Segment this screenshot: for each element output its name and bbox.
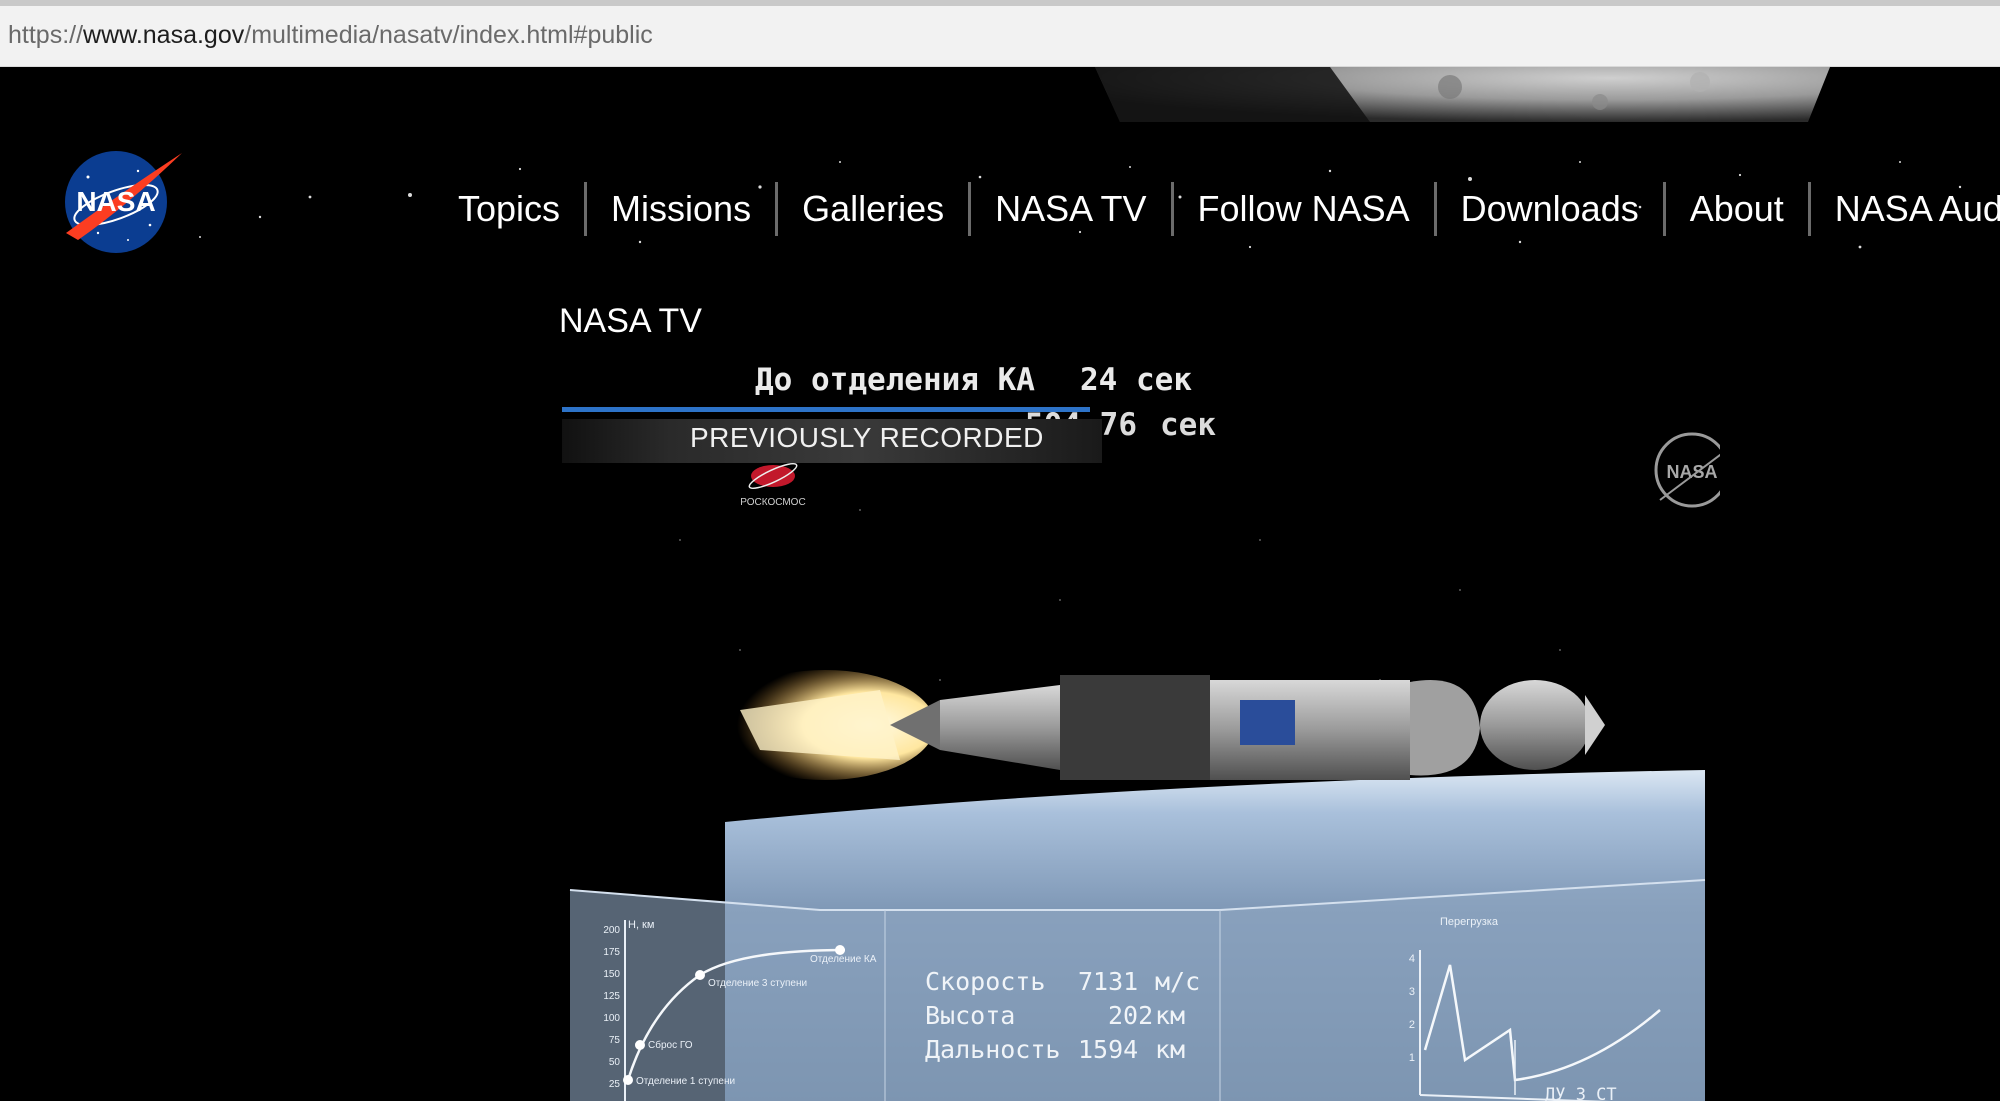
roscosmos-logo-text: РОСКОСМОС <box>740 497 805 508</box>
altitude-unit: км <box>1155 1001 1185 1030</box>
nav-downloads[interactable]: Downloads <box>1433 181 1663 236</box>
main-navigation: Topics Missions Galleries NASA TV Follow… <box>440 150 2000 267</box>
overlay-flight-time-unit: сек <box>1160 407 1216 443</box>
g-load-y-tick: 1 <box>1409 1052 1415 1064</box>
g-load-y-tick: 2 <box>1409 1019 1415 1031</box>
g-load-annotation: ДУ 3 СТ <box>1545 1085 1617 1101</box>
range-unit: км <box>1155 1035 1185 1064</box>
nav-follow-nasa[interactable]: Follow NASA <box>1170 181 1434 236</box>
speed-unit: м/с <box>1155 967 1200 996</box>
nasa-logo-text: NASA <box>76 186 155 217</box>
left-chart-y-tick: 25 <box>609 1079 621 1090</box>
nasa-page: NASA Topics Missions Galleries NASA TV F… <box>0 67 2000 1101</box>
nasa-corner-logo-text: NASA <box>1666 462 1717 482</box>
g-load-chart-title: Перегрузка <box>1440 916 1499 928</box>
browser-address-bar[interactable]: https://www.nasa.gov/multimedia/nasatv/i… <box>0 0 2000 67</box>
badge-accent-line <box>562 407 1090 412</box>
page-load-progress <box>0 0 2000 6</box>
left-chart-y-tick: 175 <box>603 947 620 958</box>
left-chart-y-tick: 150 <box>603 969 620 980</box>
url-host: www.nasa.gov <box>83 21 245 49</box>
left-chart-y-tick: 50 <box>609 1057 621 1068</box>
nasa-logo[interactable]: NASA <box>58 145 188 255</box>
left-chart-annotation: Отделение 3 ступени <box>708 978 807 989</box>
url-scheme: https:// <box>8 21 84 49</box>
url-text[interactable]: https://www.nasa.gov/multimedia/nasatv/i… <box>8 20 653 50</box>
range-value: 1594 <box>1078 1035 1138 1064</box>
moon-banner-image <box>1095 67 1830 122</box>
speed-value: 7131 <box>1078 967 1138 996</box>
left-chart-y-unit: H, км <box>628 919 654 931</box>
previously-recorded-text: PREVIOUSLY RECORDED <box>690 422 1044 453</box>
nav-nasa-audiences[interactable]: NASA Audiences <box>1807 181 2000 236</box>
overlay-separation-value: 24 сек <box>1080 362 1192 398</box>
nav-topics[interactable]: Topics <box>440 182 584 236</box>
altitude-label: Высота <box>925 1001 1015 1030</box>
range-label: Дальность <box>925 1035 1060 1064</box>
g-load-y-tick: 4 <box>1409 953 1415 965</box>
url-path: /multimedia/nasatv/index.html#public <box>244 21 653 49</box>
nav-galleries[interactable]: Galleries <box>775 181 968 236</box>
speed-label: Скорость <box>925 967 1045 996</box>
g-load-y-tick: 3 <box>1409 986 1415 998</box>
left-chart-y-tick: 200 <box>603 925 620 936</box>
left-chart-y-tick: 125 <box>603 991 620 1002</box>
altitude-value: 202 <box>1108 1001 1153 1030</box>
section-title: NASA TV <box>559 302 702 340</box>
left-chart-annotation: Отделение КА <box>810 954 877 965</box>
left-chart-y-tick: 100 <box>603 1013 620 1024</box>
nav-about[interactable]: About <box>1662 181 1808 236</box>
nav-nasa-tv[interactable]: NASA TV <box>968 181 1170 236</box>
nav-missions[interactable]: Missions <box>584 181 775 236</box>
left-chart-y-tick: 75 <box>609 1035 621 1046</box>
overlay-separation-label: До отделения КА <box>755 362 1035 398</box>
left-chart-annotation: Сброс ГО <box>648 1039 693 1051</box>
left-chart-annotation: Отделение 1 ступени <box>636 1076 735 1087</box>
